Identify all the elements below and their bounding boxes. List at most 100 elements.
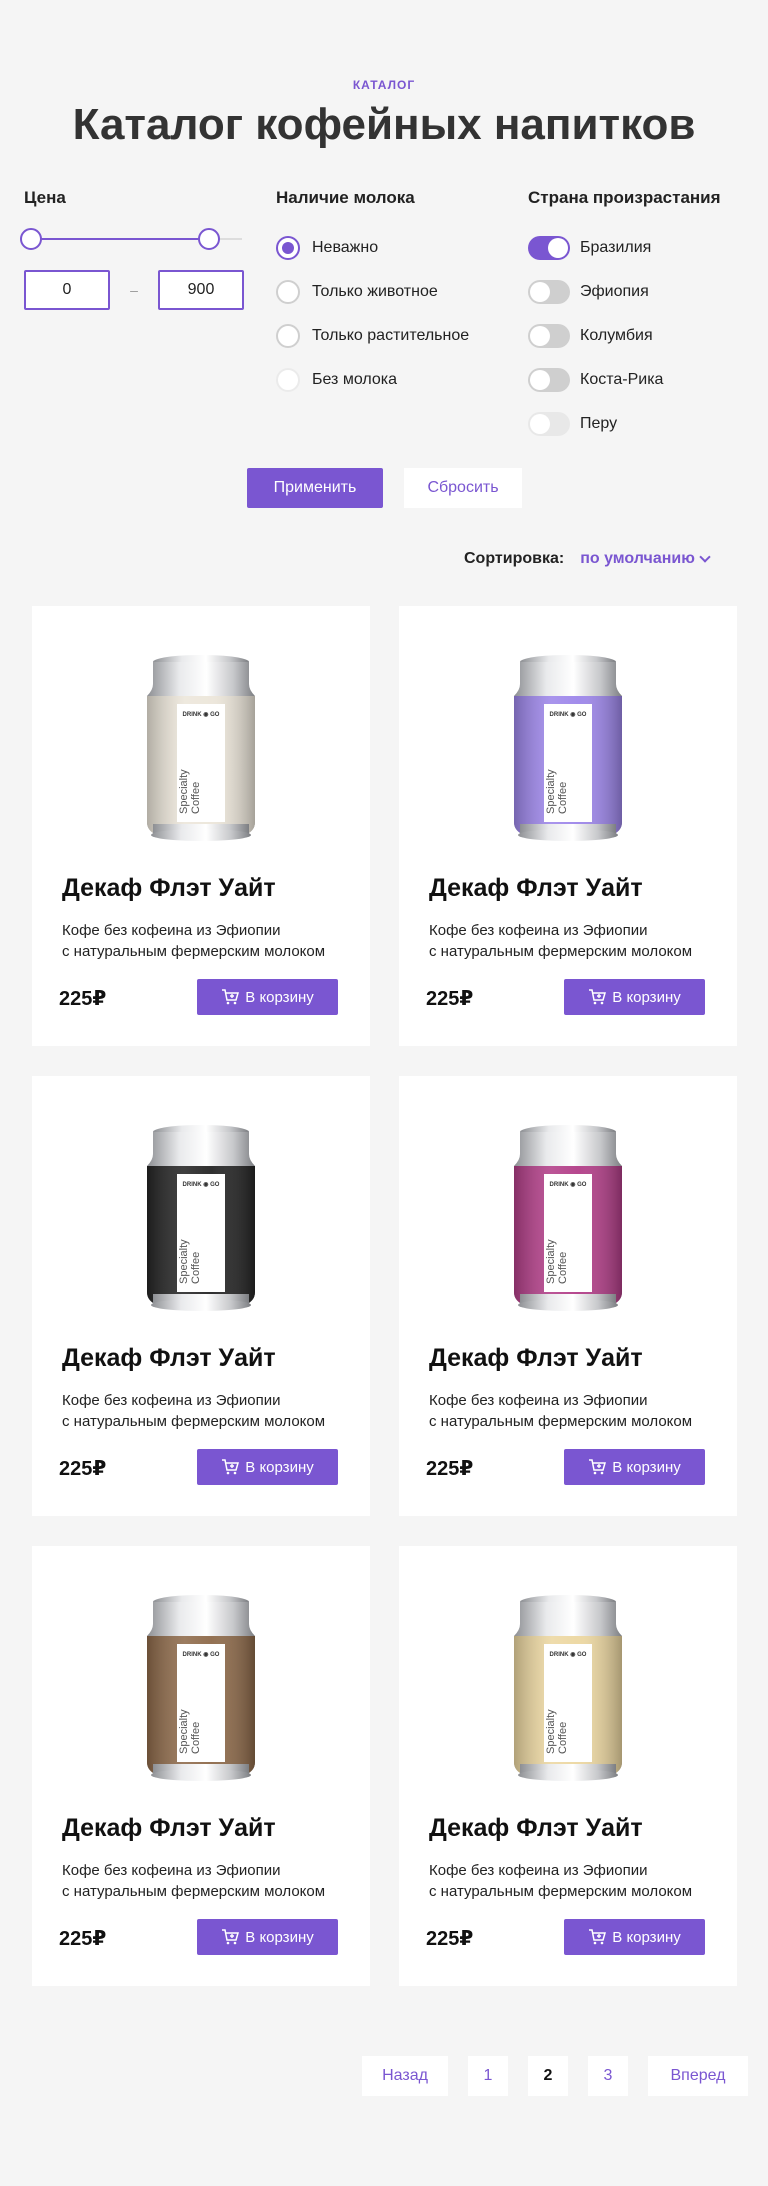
add-to-cart-button[interactable]: В корзину: [197, 979, 338, 1015]
price-max-input[interactable]: [158, 270, 244, 310]
radio-icon[interactable]: [276, 280, 300, 304]
toggle-off-icon[interactable]: [528, 280, 570, 304]
sort-value: по умолчанию: [580, 550, 695, 567]
product-description-line: с натуральным фермерским молоком: [62, 1883, 326, 1900]
pagination-next[interactable]: Вперед: [648, 2056, 748, 2096]
radio-label: Только животное: [312, 283, 438, 300]
product-price: 225₽: [59, 1458, 107, 1480]
cart-plus-icon: [589, 1459, 607, 1475]
country-option-costa-rica[interactable]: Коста-Рика: [528, 358, 758, 402]
toggle-label: Колумбия: [580, 327, 653, 344]
product-description-line: Кофе без кофеина из Эфиопии: [429, 922, 648, 939]
svg-text:DRINK ◉ GO: DRINK ◉ GO: [183, 1182, 220, 1188]
product-card[interactable]: DRINK ◉ GO Specialty Coffee Декаф Флэт У…: [399, 606, 737, 1046]
product-can-image: DRINK ◉ GO Specialty Coffee: [514, 1125, 622, 1311]
add-to-cart-button[interactable]: В корзину: [564, 1449, 705, 1485]
add-to-cart-label: В корзину: [245, 1458, 314, 1476]
product-description-line: Кофе без кофеина из Эфиопии: [429, 1392, 648, 1409]
add-to-cart-label: В корзину: [245, 1928, 314, 1946]
radio-disabled-icon[interactable]: [276, 368, 300, 392]
country-filter: Страна произрастания Бразилия Эфиопия Ко…: [528, 188, 758, 446]
product-description-line: с натуральным фермерским молоком: [429, 1883, 693, 1900]
milk-option-any[interactable]: Неважно: [276, 226, 506, 270]
country-option-peru[interactable]: Перу: [528, 402, 758, 446]
section-eyebrow: КАТАЛОГ: [352, 78, 416, 92]
toggle-label: Перу: [580, 415, 618, 432]
product-description: Кофе без кофеина из Эфиопии с натуральны…: [62, 1390, 352, 1432]
product-card[interactable]: DRINK ◉ GO Specialty Coffee Декаф Флэт У…: [399, 1076, 737, 1516]
milk-option-animal[interactable]: Только животное: [276, 270, 506, 314]
product-title: Декаф Флэт Уайт: [62, 1344, 276, 1372]
radio-icon[interactable]: [276, 324, 300, 348]
add-to-cart-button[interactable]: В корзину: [564, 1919, 705, 1955]
slider-max-handle[interactable]: [198, 228, 220, 250]
product-description-line: Кофе без кофеина из Эфиопии: [62, 1392, 281, 1409]
product-title: Декаф Флэт Уайт: [429, 874, 643, 902]
toggle-label: Эфиопия: [580, 283, 649, 300]
product-price: 225₽: [426, 1458, 474, 1480]
pagination-page-3[interactable]: 3: [588, 2056, 628, 2096]
country-option-brazil[interactable]: Бразилия: [528, 226, 758, 270]
svg-text:Coffee: Coffee: [557, 1252, 569, 1284]
product-can-image: DRINK ◉ GO Specialty Coffee: [147, 1125, 255, 1311]
radio-checked-icon[interactable]: [276, 236, 300, 260]
toggle-off-icon[interactable]: [528, 324, 570, 348]
sort-dropdown[interactable]: по умолчанию: [580, 550, 711, 568]
product-description-line: с натуральным фермерским молоком: [429, 1413, 693, 1430]
toggle-disabled-icon[interactable]: [528, 412, 570, 436]
sort-label: Сортировка:: [464, 550, 565, 567]
product-price: 225₽: [426, 1928, 474, 1950]
svg-text:Coffee: Coffee: [557, 782, 569, 814]
pagination-page-2[interactable]: 2: [528, 2056, 568, 2096]
product-can-image: DRINK ◉ GO Specialty Coffee: [514, 1595, 622, 1781]
svg-text:Specialty: Specialty: [178, 1239, 190, 1284]
svg-text:Specialty: Specialty: [178, 1709, 190, 1754]
product-can-image: DRINK ◉ GO Specialty Coffee: [147, 1595, 255, 1781]
price-filter-label: Цена: [24, 188, 66, 207]
svg-text:Coffee: Coffee: [557, 1722, 569, 1754]
product-card[interactable]: DRINK ◉ GO Specialty Coffee Декаф Флэт У…: [32, 606, 370, 1046]
country-filter-label: Страна произрастания: [528, 188, 721, 207]
reset-filters-button[interactable]: Сбросить: [404, 468, 522, 508]
milk-option-plant[interactable]: Только растительное: [276, 314, 506, 358]
apply-filters-button[interactable]: Применить: [247, 468, 383, 508]
product-description-line: с натуральным фермерским молоком: [62, 1413, 326, 1430]
product-description-line: Кофе без кофеина из Эфиопии: [429, 1862, 648, 1879]
svg-text:Coffee: Coffee: [190, 782, 202, 814]
cart-plus-icon: [589, 989, 607, 1005]
price-min-input[interactable]: [24, 270, 110, 310]
milk-option-none[interactable]: Без молока: [276, 358, 506, 402]
product-card[interactable]: DRINK ◉ GO Specialty Coffee Декаф Флэт У…: [399, 1546, 737, 1986]
toggle-on-icon[interactable]: [528, 236, 570, 260]
add-to-cart-button[interactable]: В корзину: [197, 1919, 338, 1955]
milk-filter: Наличие молока Неважно Только животное Т…: [276, 188, 506, 402]
svg-text:Specialty: Specialty: [545, 1239, 557, 1284]
price-filter: Цена –: [20, 188, 244, 310]
product-title: Декаф Флэт Уайт: [429, 1344, 643, 1372]
product-description-line: Кофе без кофеина из Эфиопии: [62, 922, 281, 939]
add-to-cart-label: В корзину: [612, 1928, 681, 1946]
country-option-ethiopia[interactable]: Эфиопия: [528, 270, 758, 314]
pagination-prev[interactable]: Назад: [362, 2056, 448, 2096]
product-description: Кофе без кофеина из Эфиопии с натуральны…: [429, 1860, 719, 1902]
svg-text:Specialty: Specialty: [178, 769, 190, 814]
page-title: Каталог кофейных напитков: [72, 100, 696, 149]
add-to-cart-button[interactable]: В корзину: [197, 1449, 338, 1485]
cart-plus-icon: [589, 1929, 607, 1945]
pagination-page-1[interactable]: 1: [468, 2056, 508, 2096]
toggle-off-icon[interactable]: [528, 368, 570, 392]
price-separator: –: [130, 282, 138, 298]
add-to-cart-label: В корзину: [612, 988, 681, 1006]
product-card[interactable]: DRINK ◉ GO Specialty Coffee Декаф Флэт У…: [32, 1076, 370, 1516]
add-to-cart-label: В корзину: [245, 988, 314, 1006]
add-to-cart-button[interactable]: В корзину: [564, 979, 705, 1015]
price-range-slider[interactable]: [20, 226, 242, 252]
radio-label: Только растительное: [312, 327, 470, 344]
product-title: Декаф Флэт Уайт: [429, 1814, 643, 1842]
add-to-cart-label: В корзину: [612, 1458, 681, 1476]
cart-plus-icon: [222, 989, 240, 1005]
slider-min-handle[interactable]: [20, 228, 42, 250]
product-card[interactable]: DRINK ◉ GO Specialty Coffee Декаф Флэт У…: [32, 1546, 370, 1986]
country-option-colombia[interactable]: Колумбия: [528, 314, 758, 358]
svg-text:Specialty: Specialty: [545, 769, 557, 814]
